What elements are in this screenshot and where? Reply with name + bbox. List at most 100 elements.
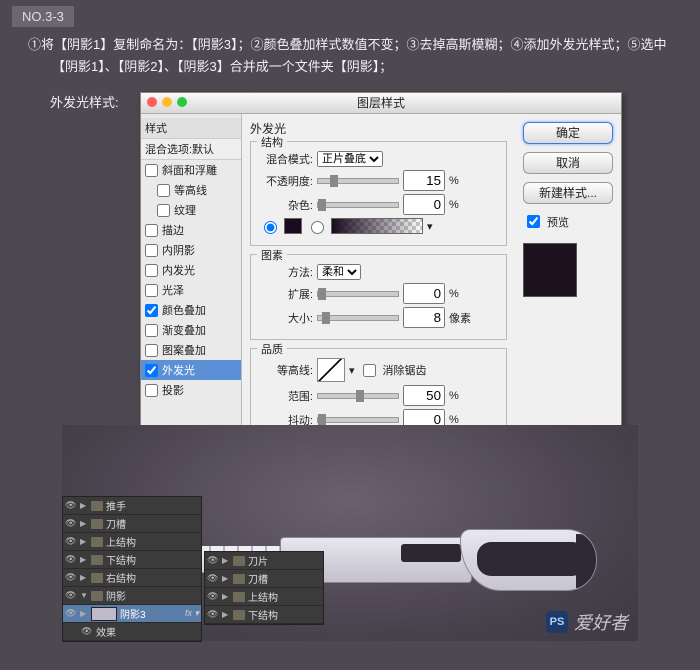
style-item-4[interactable]: 内阴影 [141,240,241,260]
jitter-slider[interactable] [317,417,399,423]
style-item-3[interactable]: 描边 [141,220,241,240]
glow-color-radio[interactable] [264,221,277,234]
style-item-2[interactable]: 纹理 [141,200,241,220]
visibility-icon[interactable] [65,608,77,620]
disclosure-icon[interactable]: ▶ [80,537,88,546]
style-checkbox[interactable] [145,384,158,397]
layers-panel-right[interactable]: ▶刀片▶刀槽▶上结构▶下结构 [204,551,324,625]
layer-name: 上结构 [106,534,136,549]
spread-unit: % [449,288,459,300]
visibility-icon[interactable] [81,626,93,638]
ok-button[interactable]: 确定 [523,122,613,144]
visibility-icon[interactable] [207,591,219,603]
layer-group-row[interactable]: ▶刀片 [205,552,323,570]
new-style-button[interactable]: 新建样式... [523,182,613,204]
blend-options-header[interactable]: 混合选项:默认 [141,139,241,160]
cancel-button[interactable]: 取消 [523,152,613,174]
group-title-elements: 图素 [257,247,287,263]
style-checkbox[interactable] [145,304,158,317]
layer-name: 推手 [106,498,126,513]
visibility-icon[interactable] [207,609,219,621]
style-checkbox[interactable] [145,364,158,377]
disclosure-icon[interactable]: ▶ [80,609,88,618]
style-checkbox[interactable] [157,204,170,217]
style-checkbox[interactable] [145,244,158,257]
style-item-11[interactable]: 投影 [141,380,241,400]
range-input[interactable] [403,385,445,406]
contour-picker[interactable] [317,358,345,382]
noise-input[interactable] [403,194,445,215]
style-checkbox[interactable] [145,284,158,297]
fx-badge[interactable]: fx ▾ [185,608,199,619]
layer-row[interactable]: 效果 [63,623,201,641]
minimize-icon[interactable] [162,97,172,107]
disclosure-icon[interactable]: ▶ [222,574,230,583]
visibility-icon[interactable] [207,555,219,567]
layers-panel-left[interactable]: ▶推手▶刀槽▶上结构▶下结构▶右结构▼阴影▶阴影3fx ▾效果 [62,496,202,642]
style-checkbox[interactable] [145,164,158,177]
disclosure-icon[interactable]: ▶ [222,592,230,601]
layer-group-row[interactable]: ▶刀槽 [205,570,323,588]
visibility-icon[interactable] [207,573,219,585]
preview-checkbox-row[interactable]: 预览 [523,212,613,231]
disclosure-icon[interactable]: ▶ [80,519,88,528]
window-controls[interactable] [147,97,187,107]
blend-mode-select[interactable]: 正片叠底 [317,151,383,167]
disclosure-icon[interactable]: ▶ [222,556,230,565]
layer-group-row[interactable]: ▶ 推手 [63,497,201,515]
technique-select[interactable]: 柔和 [317,264,361,280]
style-item-0[interactable]: 斜面和浮雕 [141,160,241,180]
style-checkbox[interactable] [157,184,170,197]
disclosure-icon[interactable]: ▶ [80,501,88,510]
layer-row[interactable]: ▶阴影3fx ▾ [63,605,201,623]
style-checkbox[interactable] [145,344,158,357]
style-item-6[interactable]: 光泽 [141,280,241,300]
preview-checkbox[interactable] [527,215,540,228]
style-item-1[interactable]: 等高线 [141,180,241,200]
layer-group-row[interactable]: ▼阴影 [63,587,201,605]
size-slider[interactable] [317,315,399,321]
layer-style-dialog: 图层样式 样式 混合选项:默认 斜面和浮雕等高线纹理描边内阴影内发光光泽颜色叠加… [140,92,622,457]
disclosure-icon[interactable]: ▶ [80,555,88,564]
style-checkbox[interactable] [145,224,158,237]
visibility-icon[interactable] [65,536,77,548]
style-checkbox[interactable] [145,264,158,277]
disclosure-icon[interactable]: ▼ [80,591,88,600]
zoom-icon[interactable] [177,97,187,107]
antialias-checkbox[interactable] [363,364,376,377]
close-icon[interactable] [147,97,157,107]
style-item-9[interactable]: 图案叠加 [141,340,241,360]
spread-slider[interactable] [317,291,399,297]
style-item-10[interactable]: 外发光 [141,360,241,380]
style-item-5[interactable]: 内发光 [141,260,241,280]
folder-icon [91,591,103,601]
style-item-7[interactable]: 颜色叠加 [141,300,241,320]
noise-slider[interactable] [317,202,399,208]
visibility-icon[interactable] [65,572,77,584]
glow-color-swatch[interactable] [284,218,302,234]
visibility-icon[interactable] [65,590,77,602]
chevron-down-icon[interactable]: ▾ [427,220,433,233]
glow-gradient-swatch[interactable] [331,218,423,234]
layer-group-row[interactable]: ▶右结构 [63,569,201,587]
visibility-icon[interactable] [65,518,77,530]
range-slider[interactable] [317,393,399,399]
layer-group-row[interactable]: ▶下结构 [63,551,201,569]
styles-list-header[interactable]: 样式 [141,118,241,139]
glow-gradient-radio[interactable] [311,221,324,234]
size-input[interactable] [403,307,445,328]
visibility-icon[interactable] [65,554,77,566]
layer-group-row[interactable]: ▶刀槽 [63,515,201,533]
layer-group-row[interactable]: ▶下结构 [205,606,323,624]
style-checkbox[interactable] [145,324,158,337]
opacity-input[interactable] [403,170,445,191]
chevron-down-icon[interactable]: ▾ [349,364,355,377]
layer-group-row[interactable]: ▶ 上结构 [63,533,201,551]
layer-group-row[interactable]: ▶上结构 [205,588,323,606]
opacity-slider[interactable] [317,178,399,184]
disclosure-icon[interactable]: ▶ [80,573,88,582]
visibility-icon[interactable] [65,500,77,512]
style-item-8[interactable]: 渐变叠加 [141,320,241,340]
disclosure-icon[interactable]: ▶ [222,610,230,619]
spread-input[interactable] [403,283,445,304]
